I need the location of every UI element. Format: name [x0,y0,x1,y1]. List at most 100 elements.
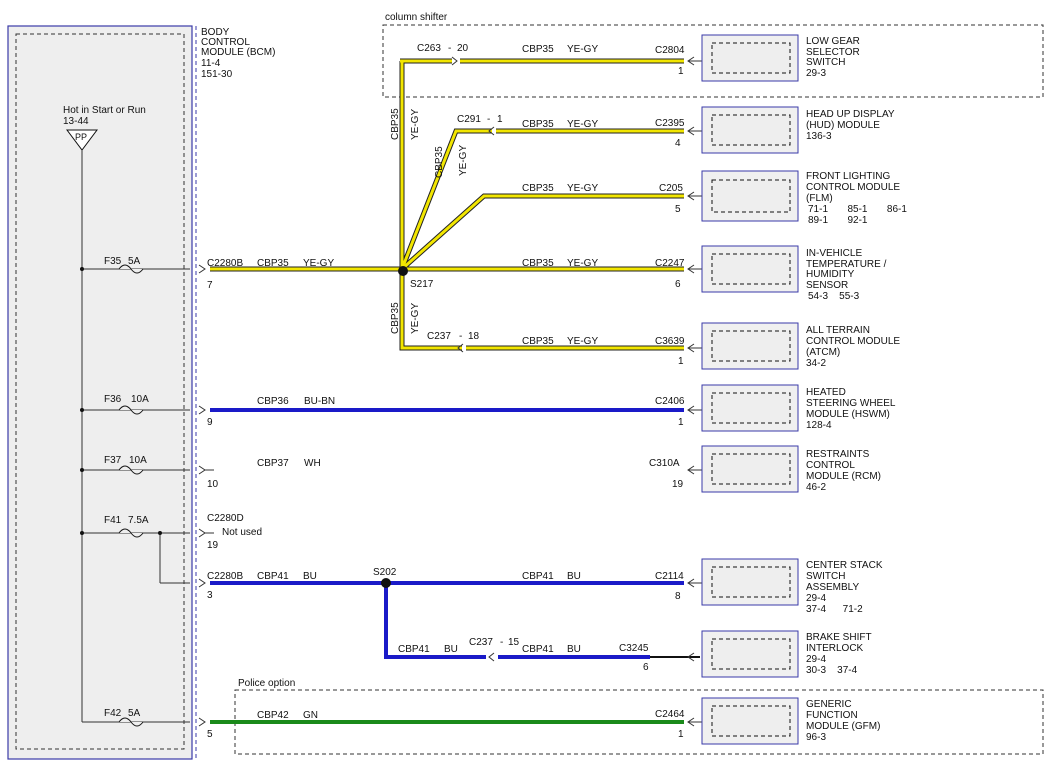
svg-text:C3639: C3639 [655,336,685,347]
svg-text:CBP41: CBP41 [522,644,554,655]
svg-text:7: 7 [207,280,213,291]
svg-text:-: - [487,114,490,125]
svg-text:1: 1 [678,66,684,77]
svg-text:7.5A: 7.5A [128,515,149,526]
svg-text:CBP41: CBP41 [398,644,430,655]
bcm-pin-labels: C2280B 7 9 10 C2280D Not used 19 C2280B … [207,258,262,740]
module-generic-function: C2464 1 GENERIC FUNCTION MODULE (GFM) 96… [655,697,880,745]
svg-text:CONTROL MODULE: CONTROL MODULE [806,182,900,193]
svg-text:37-4 71-2: 37-4 71-2 [806,604,863,615]
svg-text:CBP35: CBP35 [390,108,401,140]
bcm-connector-markers [198,264,214,727]
svg-text:C2406: C2406 [655,396,685,407]
svg-text:YE-GY: YE-GY [567,258,598,269]
svg-text:18: 18 [468,331,480,342]
svg-text:136-3: 136-3 [806,131,832,142]
svg-text:YE-GY: YE-GY [410,303,421,334]
module-low-gear-selector-switch: C2804 1 LOW GEAR SELECTOR SWITCH 29-3 [655,34,860,82]
svg-text:19: 19 [207,540,219,551]
svg-text:CBP41: CBP41 [257,571,289,582]
svg-text:BU: BU [444,644,458,655]
svg-text:CBP35: CBP35 [522,258,554,269]
svg-text:S202: S202 [373,567,397,578]
bcm-module [7,25,197,760]
svg-text:71-1 85-1 86-1: 71-1 85-1 86-1 [808,204,907,215]
hot-label: Hot in Start or Run [63,105,146,116]
svg-text:HEATED: HEATED [806,387,846,398]
module-heated-steering-wheel: C2406 1 HEATED STEERING WHEEL MODULE (HS… [655,384,896,432]
svg-text:Not used: Not used [222,527,262,538]
svg-text:WH: WH [304,458,321,469]
svg-text:ALL TERRAIN: ALL TERRAIN [806,325,870,336]
svg-text:CBP35: CBP35 [522,44,554,55]
svg-text:FRONT LIGHTING: FRONT LIGHTING [806,171,890,182]
svg-text:C3245: C3245 [619,643,649,654]
svg-text:F41: F41 [104,515,122,526]
svg-text:CBP35: CBP35 [257,258,289,269]
bcm-label: BODY CONTROL MODULE (BCM) 11-4 151-30 [201,27,275,80]
svg-text:FUNCTION: FUNCTION [806,710,858,721]
svg-text:C263: C263 [417,43,441,54]
svg-text:29-4: 29-4 [806,654,826,665]
svg-text:-: - [500,637,503,648]
hot-ref: 13-44 [63,116,89,127]
svg-text:CBP35: CBP35 [434,146,445,178]
svg-text:C310A: C310A [649,458,680,469]
svg-text:4: 4 [675,138,681,149]
svg-text:YE-GY: YE-GY [567,183,598,194]
svg-text:29-4: 29-4 [806,593,826,604]
svg-text:BU: BU [567,571,581,582]
svg-text:CBP36: CBP36 [257,396,289,407]
wire-cbp35 [210,58,684,351]
svg-text:MODULE (GFM): MODULE (GFM) [806,721,880,732]
svg-text:LOW GEAR: LOW GEAR [806,36,860,47]
svg-text:IN-VEHICLE: IN-VEHICLE [806,248,862,259]
svg-text:CENTER STACK: CENTER STACK [806,560,883,571]
svg-text:C237: C237 [427,331,451,342]
svg-text:C2464: C2464 [655,709,685,720]
module-restraints-control: C310A 19 RESTRAINTS CONTROL MODULE (RCM)… [649,445,881,493]
svg-text:C2247: C2247 [655,258,685,269]
svg-text:C2804: C2804 [655,45,685,56]
svg-text:GN: GN [303,710,318,721]
svg-text:89-1 92-1: 89-1 92-1 [808,215,868,226]
svg-text:BU-BN: BU-BN [304,396,335,407]
svg-text:19: 19 [672,479,684,490]
svg-text:YE-GY: YE-GY [567,44,598,55]
svg-text:CONTROL MODULE: CONTROL MODULE [806,336,900,347]
svg-text:S217: S217 [410,279,434,290]
svg-text:CBP35: CBP35 [522,336,554,347]
svg-text:C2395: C2395 [655,118,685,129]
svg-text:CBP41: CBP41 [522,571,554,582]
module-center-stack-switch: C2114 8 CENTER STACK SWITCH ASSEMBLY 29-… [655,558,883,615]
wiring-diagram: BODY CONTROL MODULE (BCM) 11-4 151-30 Ho… [7,12,1044,760]
police-option-group: Police option [234,678,1044,755]
svg-text:5A: 5A [128,256,141,267]
svg-text:YE-GY: YE-GY [458,145,469,176]
svg-text:54-3 55-3: 54-3 55-3 [808,291,860,302]
svg-text:6: 6 [643,662,649,673]
svg-text:INTERLOCK: INTERLOCK [806,643,864,654]
svg-text:MODULE (BCM): MODULE (BCM) [201,47,275,58]
module-front-lighting-control: C205 5 FRONT LIGHTING CONTROL MODULE (FL… [659,170,907,226]
svg-text:10A: 10A [131,394,149,405]
svg-text:YE-GY: YE-GY [303,258,334,269]
svg-text:C2280D: C2280D [207,513,244,524]
svg-text:F36: F36 [104,394,122,405]
svg-text:C2280B: C2280B [207,571,243,582]
module-head-up-display: C2395 4 HEAD UP DISPLAY (HUD) MODULE 136… [655,106,895,154]
svg-text:34-2: 34-2 [806,358,826,369]
svg-text:C205: C205 [659,183,683,194]
svg-text:F37: F37 [104,455,122,466]
svg-text:CBP35: CBP35 [522,183,554,194]
svg-text:-: - [448,43,451,54]
svg-text:8: 8 [675,591,681,602]
svg-text:CBP35: CBP35 [522,119,554,130]
svg-text:1: 1 [678,729,684,740]
svg-text:PP: PP [75,132,87,142]
svg-text:YE-GY: YE-GY [567,119,598,130]
svg-text:CONTROL: CONTROL [806,460,855,471]
svg-text:STEERING WHEEL: STEERING WHEEL [806,398,896,409]
svg-text:(FLM): (FLM) [806,193,833,204]
svg-text:CBP42: CBP42 [257,710,289,721]
